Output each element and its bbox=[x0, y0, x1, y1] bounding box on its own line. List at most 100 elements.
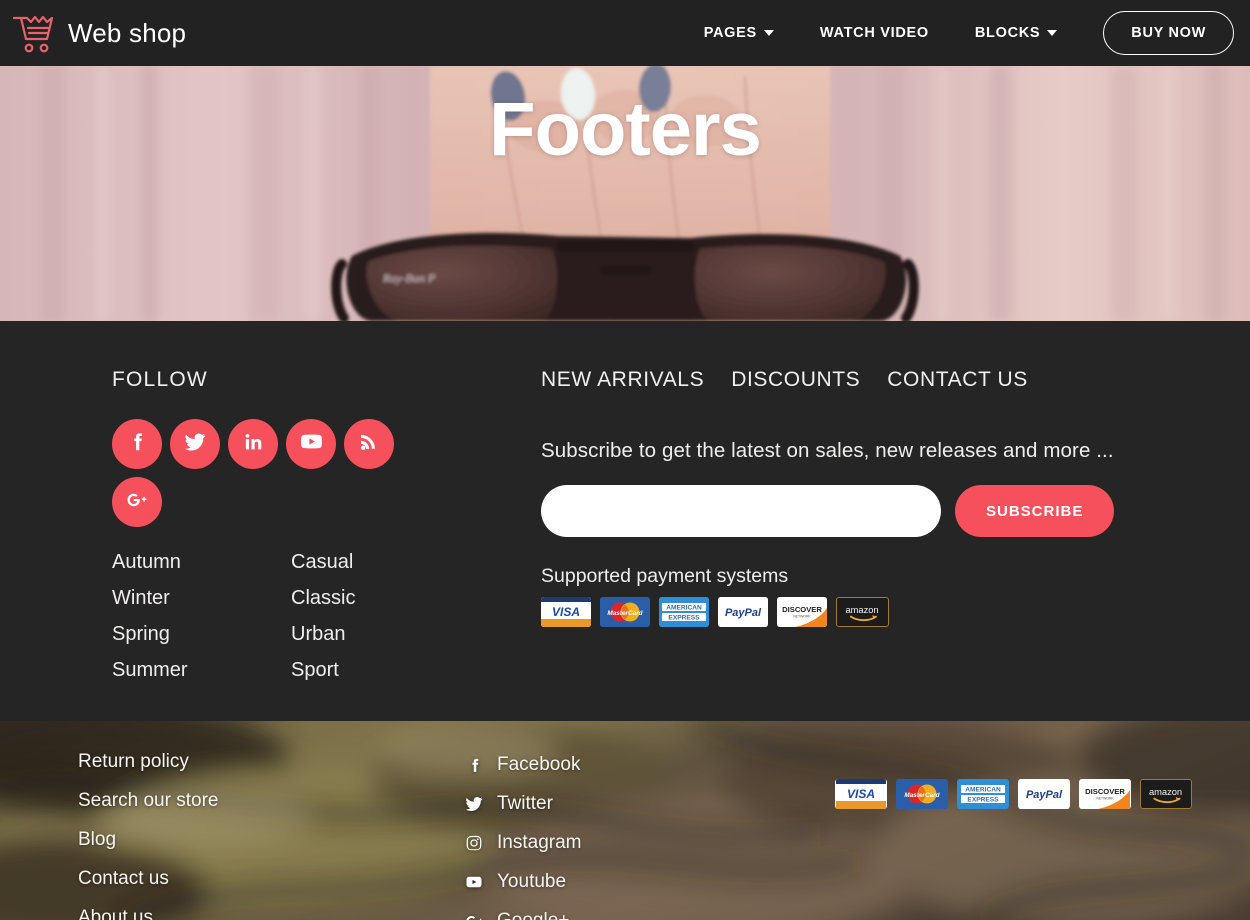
link-spring[interactable]: Spring bbox=[112, 623, 291, 646]
payment-systems-label: Supported payment systems bbox=[541, 565, 789, 587]
twitter-icon bbox=[184, 431, 206, 458]
subscribe-form: SUBSCRIBE bbox=[541, 485, 1115, 537]
nav-item-pages-label: PAGES bbox=[703, 25, 757, 41]
chevron-down-icon bbox=[1047, 30, 1058, 36]
svg-text:NETWORK: NETWORK bbox=[793, 615, 811, 619]
paypal-icon: PayPal bbox=[718, 597, 768, 627]
hero-section: Ray-Ban P Footers bbox=[0, 66, 1250, 321]
discover-icon: DISCOVER NETWORK bbox=[777, 597, 827, 627]
linkedin-icon bbox=[243, 431, 264, 457]
link-contact-us[interactable]: CONTACT US bbox=[887, 368, 1028, 392]
social-circle-facebook[interactable] bbox=[112, 419, 162, 469]
page-title: Footers bbox=[489, 87, 762, 172]
nav-item-watch-video[interactable]: WATCH VIDEO bbox=[820, 25, 929, 41]
google-plus-icon bbox=[126, 489, 148, 516]
link-urban[interactable]: Urban bbox=[291, 623, 470, 646]
svg-text:PayPal: PayPal bbox=[1026, 789, 1063, 801]
social-link-instagram-label: Instagram bbox=[497, 832, 582, 853]
youtube-icon bbox=[300, 430, 323, 458]
footer-bottom-payment-icons: VISA MasterCard AMERICAN EXPRESS PayPal D… bbox=[835, 779, 1192, 809]
footer-top-links: NEW ARRIVALS DISCOUNTS CONTACT US bbox=[541, 368, 1114, 392]
social-link-facebook-label: Facebook bbox=[497, 754, 581, 775]
social-circle-google-plus[interactable] bbox=[112, 477, 162, 527]
rss-icon bbox=[359, 432, 379, 457]
svg-text:amazon: amazon bbox=[1149, 787, 1182, 797]
svg-text:DISCOVER: DISCOVER bbox=[1085, 787, 1125, 796]
nav-item-blocks-label: BLOCKS bbox=[974, 25, 1041, 41]
social-link-youtube[interactable]: Youtube bbox=[464, 871, 581, 893]
social-circle-youtube[interactable] bbox=[286, 419, 336, 469]
discover-icon: DISCOVER NETWORK bbox=[1079, 779, 1131, 809]
nav-item-blocks[interactable]: BLOCKS bbox=[974, 25, 1058, 41]
footer-bottom-links: Return policy Search our store Blog Cont… bbox=[78, 751, 218, 920]
link-summer[interactable]: Summer bbox=[112, 659, 291, 682]
social-link-twitter[interactable]: Twitter bbox=[464, 793, 581, 815]
footer-main: FOLLOW Autumn Winter Spring Summer Casua… bbox=[0, 321, 1250, 721]
buy-now-button[interactable]: BUY NOW bbox=[1103, 11, 1234, 55]
link-return-policy[interactable]: Return policy bbox=[78, 751, 218, 773]
follow-heading: FOLLOW bbox=[112, 368, 208, 391]
main-navigation: PAGES WATCH VIDEO BLOCKS BUY NOW bbox=[704, 11, 1250, 55]
nav-item-watch-video-label: WATCH VIDEO bbox=[819, 25, 929, 41]
category-column-seasons: Autumn Winter Spring Summer bbox=[112, 551, 291, 695]
subscribe-email-input[interactable] bbox=[541, 485, 941, 537]
shopping-cart-icon bbox=[12, 11, 58, 55]
social-link-google-plus-label: Google+ bbox=[497, 910, 569, 920]
link-sport[interactable]: Sport bbox=[291, 659, 470, 682]
svg-text:MasterCard: MasterCard bbox=[904, 792, 940, 799]
site-header: Web shop PAGES WATCH VIDEO BLOCKS BUY NO… bbox=[0, 0, 1250, 66]
paypal-icon: PayPal bbox=[1018, 779, 1070, 809]
american-express-icon: AMERICAN EXPRESS bbox=[957, 779, 1009, 809]
subscribe-description: Subscribe to get the latest on sales, ne… bbox=[541, 439, 1114, 462]
instagram-icon bbox=[464, 833, 484, 853]
mastercard-icon: MasterCard bbox=[600, 597, 650, 627]
link-blog[interactable]: Blog bbox=[78, 829, 218, 851]
link-autumn[interactable]: Autumn bbox=[112, 551, 291, 574]
payment-icons-list: VISA MasterCard AMERICAN EXPRESS PayPal D… bbox=[541, 597, 1114, 627]
facebook-icon bbox=[126, 431, 148, 458]
social-link-facebook[interactable]: Facebook bbox=[464, 754, 581, 776]
social-circle-linkedin[interactable] bbox=[228, 419, 278, 469]
svg-text:VISA: VISA bbox=[552, 605, 580, 619]
link-classic[interactable]: Classic bbox=[291, 587, 470, 610]
amazon-icon: amazon bbox=[1140, 779, 1192, 809]
brand-logo[interactable]: Web shop bbox=[12, 11, 186, 55]
amazon-icon: amazon bbox=[836, 597, 889, 627]
category-link-columns: Autumn Winter Spring Summer Casual Class… bbox=[112, 551, 470, 695]
social-circle-list bbox=[112, 419, 402, 527]
link-casual[interactable]: Casual bbox=[291, 551, 470, 574]
american-express-icon: AMERICAN EXPRESS bbox=[659, 597, 709, 627]
twitter-icon bbox=[464, 794, 484, 814]
link-new-arrivals[interactable]: NEW ARRIVALS bbox=[541, 368, 704, 392]
google-plus-icon bbox=[464, 911, 484, 920]
nav-item-pages[interactable]: PAGES bbox=[704, 25, 774, 41]
svg-text:MasterCard: MasterCard bbox=[607, 610, 643, 617]
footer-bottom: Return policy Search our store Blog Cont… bbox=[0, 721, 1250, 920]
social-link-youtube-label: Youtube bbox=[497, 871, 567, 892]
svg-text:NETWORK: NETWORK bbox=[1096, 797, 1114, 801]
link-winter[interactable]: Winter bbox=[112, 587, 291, 610]
social-link-instagram[interactable]: Instagram bbox=[464, 832, 581, 854]
link-about-us[interactable]: About us bbox=[78, 907, 218, 920]
link-search-our-store[interactable]: Search our store bbox=[78, 790, 218, 812]
visa-icon: VISA bbox=[835, 779, 887, 809]
social-link-google-plus[interactable]: Google+ bbox=[464, 910, 581, 920]
mastercard-icon: MasterCard bbox=[896, 779, 948, 809]
facebook-icon bbox=[464, 755, 484, 775]
svg-text:AMERICAN: AMERICAN bbox=[965, 787, 1001, 794]
subscribe-button[interactable]: SUBSCRIBE bbox=[955, 485, 1115, 537]
svg-text:PayPal: PayPal bbox=[725, 607, 762, 619]
youtube-icon bbox=[464, 872, 484, 892]
svg-text:amazon: amazon bbox=[845, 605, 878, 615]
svg-text:EXPRESS: EXPRESS bbox=[967, 797, 999, 804]
link-contact-us-bottom[interactable]: Contact us bbox=[78, 868, 218, 890]
page-root: Web shop PAGES WATCH VIDEO BLOCKS BUY NO… bbox=[0, 0, 1250, 920]
svg-text:Ray-Ban P: Ray-Ban P bbox=[382, 271, 436, 285]
brand-name: Web shop bbox=[68, 17, 187, 48]
svg-text:VISA: VISA bbox=[847, 787, 875, 801]
social-circle-twitter[interactable] bbox=[170, 419, 220, 469]
footer-right-column: NEW ARRIVALS DISCOUNTS CONTACT US Subscr… bbox=[541, 368, 1115, 627]
social-circle-rss[interactable] bbox=[344, 419, 394, 469]
link-discounts[interactable]: DISCOUNTS bbox=[731, 368, 860, 392]
svg-text:EXPRESS: EXPRESS bbox=[668, 615, 700, 622]
